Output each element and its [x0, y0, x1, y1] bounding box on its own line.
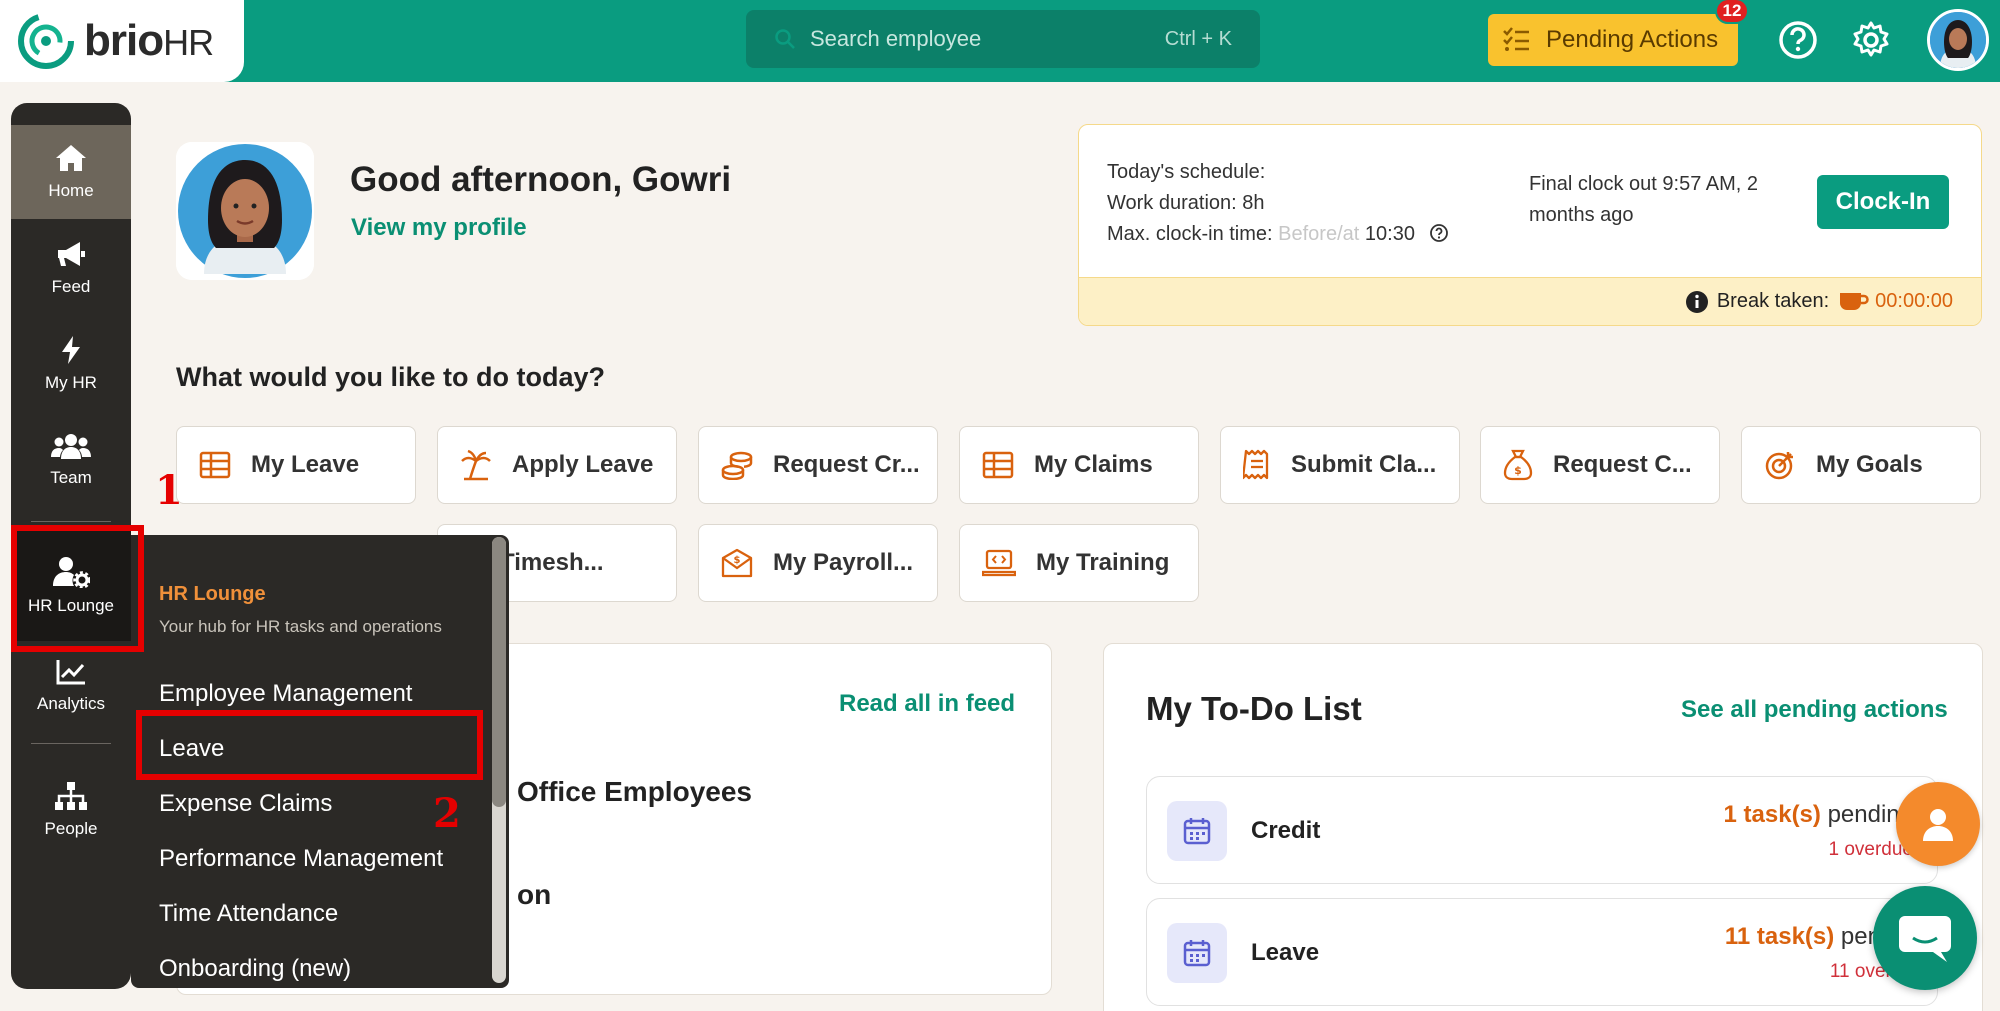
- money-bag-icon: $: [1503, 449, 1533, 481]
- quick-submit-claim[interactable]: Submit Cla...: [1220, 426, 1460, 504]
- flyout-item-expense-claims[interactable]: Expense Claims: [159, 790, 332, 818]
- search-icon: [775, 29, 795, 49]
- flyout-subtitle: Your hub for HR tasks and operations: [159, 617, 442, 636]
- annotation-box-leave: [136, 710, 483, 780]
- todo-title: My To-Do List: [1146, 690, 1362, 727]
- flyout-item-onboarding[interactable]: Onboarding (new): [159, 955, 351, 983]
- todo-name: Credit: [1251, 817, 1321, 844]
- annotation-step-1: 1: [155, 467, 183, 514]
- calendar-icon: [1167, 801, 1227, 861]
- calendar-icon: [1167, 923, 1227, 983]
- flyout-item-time-attendance[interactable]: Time Attendance: [159, 900, 338, 928]
- nav-item-feed[interactable]: Feed: [11, 221, 131, 315]
- read-all-feed-link[interactable]: Read all in feed: [839, 690, 1015, 718]
- flyout-item-performance-management[interactable]: Performance Management: [159, 845, 443, 873]
- annotation-box-hr-lounge: [11, 525, 144, 652]
- todo-row-leave[interactable]: Leave 11 task(s) pendin 11 overdu: [1146, 898, 1938, 1006]
- coffee-cup-icon: [1840, 292, 1869, 310]
- see-all-pending-link[interactable]: See all pending actions: [1681, 696, 1948, 724]
- break-label: Break taken:: [1716, 290, 1830, 312]
- todo-name: Leave: [1251, 939, 1320, 966]
- todo-row-credit[interactable]: Credit 1 task(s) pending 1 overdue: [1146, 776, 1938, 884]
- org-chart-icon: [55, 782, 87, 810]
- coins-icon: [721, 451, 753, 480]
- flyout-scroll-thumb[interactable]: [492, 537, 506, 807]
- quick-apply-leave[interactable]: Apply Leave: [437, 426, 677, 504]
- flyout-scrollbar[interactable]: [492, 537, 506, 983]
- schedule-details: Today's schedule: Work duration: 8h Max.…: [1107, 157, 1449, 250]
- search-placeholder: Search employee: [810, 26, 982, 51]
- gear-icon[interactable]: [1849, 18, 1893, 62]
- laptop-code-icon: [982, 549, 1016, 577]
- question-circle-icon[interactable]: [1429, 223, 1449, 243]
- logo-text: brioHR: [84, 16, 214, 65]
- nav-divider: [31, 521, 111, 522]
- bolt-icon: [62, 336, 80, 364]
- chat-button[interactable]: [1873, 886, 1977, 990]
- svg-text:$: $: [734, 555, 741, 566]
- pending-actions-button[interactable]: Pending Actions: [1488, 14, 1738, 66]
- team-icon: [51, 434, 91, 459]
- megaphone-icon: [58, 242, 85, 266]
- quick-my-leave[interactable]: My Leave: [176, 426, 416, 504]
- top-bar: brioHR Search employee Ctrl + K Pending …: [0, 0, 2000, 82]
- quick-my-goals[interactable]: My Goals: [1741, 426, 1981, 504]
- flyout-title: HR Lounge: [159, 583, 266, 605]
- annotation-step-2: 2: [433, 790, 461, 837]
- break-time: 00:00:00: [1875, 290, 1953, 312]
- palm-tree-icon: [461, 449, 491, 481]
- nav-item-home[interactable]: Home: [11, 125, 131, 219]
- final-clock-out: Final clock out 9:57 AM, 2 months ago: [1529, 173, 1759, 226]
- quick-my-claims[interactable]: My Claims: [959, 426, 1199, 504]
- svg-text:$: $: [1514, 464, 1522, 477]
- nav-item-my-hr[interactable]: My HR: [11, 317, 131, 411]
- quick-request-c[interactable]: $ Request C...: [1480, 426, 1720, 504]
- profile-avatar-image: [176, 142, 314, 280]
- info-icon: [1685, 290, 1708, 313]
- receipt-icon: [1243, 449, 1269, 480]
- schedule-card: Today's schedule: Work duration: 8h Max.…: [1078, 124, 1982, 326]
- feed-post-title[interactable]: Office Employees: [517, 776, 752, 808]
- logo-swirl-icon: [18, 13, 74, 69]
- greeting-title: Good afternoon, Gowri: [350, 160, 732, 199]
- nav-divider: [31, 743, 111, 744]
- floating-profile-button[interactable]: [1896, 782, 1980, 866]
- max-clock-in: Max. clock-in time: Before/at 10:30: [1107, 219, 1449, 250]
- todo-pending-count: 1 task(s) pending: [1723, 801, 1913, 828]
- nav-item-team[interactable]: Team: [11, 413, 131, 507]
- pending-count-badge: 12: [1715, 0, 1749, 24]
- user-avatar[interactable]: [1927, 9, 1989, 71]
- table-icon: [199, 451, 231, 479]
- pending-actions-label: Pending Actions: [1546, 26, 1719, 53]
- break-bar: Break taken: 00:00:00: [1079, 277, 1981, 325]
- checklist-icon: [1503, 27, 1529, 51]
- search-input[interactable]: Search employee Ctrl + K: [746, 10, 1260, 68]
- payroll-envelope-icon: $: [721, 548, 753, 578]
- quick-my-training[interactable]: My Training: [959, 524, 1199, 602]
- feed-post-title[interactable]: on: [517, 879, 551, 911]
- flyout-item-employee-management[interactable]: Employee Management: [159, 680, 412, 708]
- brand-logo[interactable]: brioHR: [0, 0, 244, 82]
- home-icon: [56, 145, 86, 171]
- clock-in-button[interactable]: Clock-In: [1817, 175, 1949, 229]
- quick-actions-title: What would you like to do today?: [176, 362, 605, 392]
- nav-item-analytics[interactable]: Analytics: [11, 639, 131, 733]
- target-icon: [1765, 452, 1793, 480]
- quick-request-credit[interactable]: Request Cr...: [698, 426, 938, 504]
- table-icon: [982, 451, 1014, 479]
- quick-my-payroll[interactable]: $ My Payroll...: [698, 524, 938, 602]
- help-icon[interactable]: [1776, 18, 1820, 62]
- profile-avatar[interactable]: [176, 142, 314, 280]
- user-avatar-image: [1930, 12, 1986, 68]
- work-duration: Work duration: 8h: [1107, 192, 1265, 214]
- chart-icon: [56, 660, 85, 685]
- view-profile-link[interactable]: View my profile: [351, 214, 527, 242]
- todo-card: My To-Do List See all pending actions Cr…: [1103, 643, 1983, 1011]
- nav-item-people[interactable]: People: [11, 763, 131, 857]
- chat-bubble-icon: [1899, 916, 1951, 962]
- user-icon: [1923, 809, 1953, 841]
- search-shortcut: Ctrl + K: [1164, 27, 1232, 50]
- schedule-heading: Today's schedule:: [1107, 161, 1266, 183]
